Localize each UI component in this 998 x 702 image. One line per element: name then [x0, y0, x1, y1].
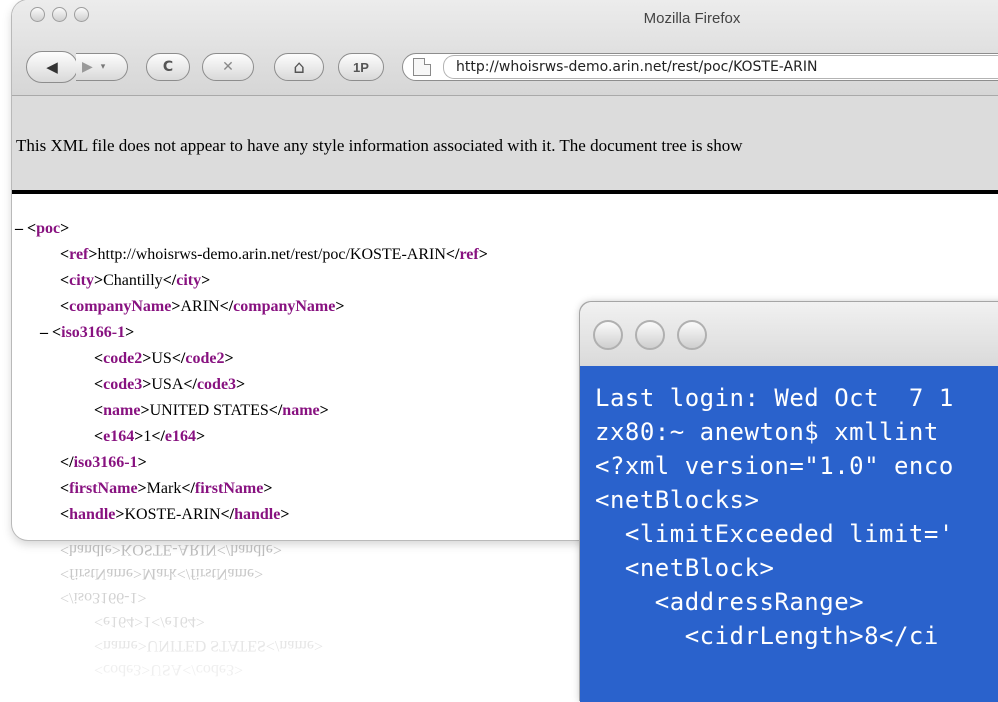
terminal-line: Last login: Wed Oct 7 1 — [595, 384, 954, 412]
tag-name: iso3166-1 — [73, 454, 138, 471]
collapse-toggle[interactable]: – — [15, 220, 23, 237]
terminal-window: Last login: Wed Oct 7 1 zx80:~ anewton$ … — [580, 302, 998, 702]
home-button[interactable]: ⌂ — [274, 53, 324, 81]
terminal-zoom-button[interactable] — [677, 320, 707, 350]
tag-name: city — [69, 272, 94, 289]
window-title: Mozilla Firefox — [643, 10, 741, 27]
xml-name-line: <name>UNITED STATES</name> — [94, 402, 329, 419]
tag-name: code2 — [103, 350, 143, 367]
tag-name: city — [176, 272, 202, 289]
url-bar[interactable]: http://whoisrws-demo.arin.net/rest/poc/K… — [402, 53, 998, 81]
onepassword-button[interactable]: 1P — [338, 53, 384, 81]
browser-toolbar: Mozilla Firefox ◀ ▶ ▾ C ✕ ⌂ 1P http://wh… — [12, 0, 998, 96]
tag-name: code3 — [196, 376, 237, 393]
tag-name: handle — [234, 506, 281, 523]
history-dropdown-icon[interactable]: ▾ — [101, 62, 106, 72]
tag-name: name — [282, 402, 320, 419]
reload-button[interactable]: C — [146, 53, 190, 81]
firstname-value: Mark — [146, 480, 182, 497]
tag-name: name — [103, 402, 141, 419]
xml-iso-open: – <iso3166-1> — [40, 324, 135, 341]
reflection-line: <firstName>Mark</firstName> — [60, 565, 264, 582]
tag-name: companyName — [69, 298, 172, 315]
reflection-line: <name>UNITED STATES</name> — [94, 637, 324, 654]
reflection-line: </iso3166-1> — [60, 589, 147, 606]
reflection-line: <e164>1</e164> — [94, 613, 205, 630]
xml-e164-line: <e164>1</e164> — [94, 428, 206, 445]
window-reflection: <handle>KOSTE-ARIN</handle> <firstName>M… — [60, 540, 560, 690]
tag-name: handle — [69, 506, 116, 523]
xml-poc-open: – <poc> — [15, 220, 70, 237]
stop-button[interactable]: ✕ — [202, 53, 254, 81]
terminal-line: <cidrLength>8</ci — [595, 622, 939, 650]
back-button[interactable]: ◀ — [26, 51, 78, 83]
ref-value: http://whoisrws-demo.arin.net/rest/poc/K… — [97, 246, 446, 263]
xml-company-line: <companyName>ARIN</companyName> — [60, 298, 345, 315]
stop-icon: ✕ — [222, 59, 234, 75]
reflection-line: <code3>USA</code3> — [94, 661, 243, 678]
tag-name: code3 — [103, 376, 143, 393]
xml-code2-line: <code2>US</code2> — [94, 350, 234, 367]
tag-name: poc — [36, 220, 61, 237]
url-text[interactable]: http://whoisrws-demo.arin.net/rest/poc/K… — [443, 55, 998, 79]
collapse-toggle[interactable]: – — [40, 324, 48, 341]
forward-button[interactable]: ▶ ▾ — [76, 53, 128, 81]
xml-firstname-line: <firstName>Mark</firstName> — [60, 480, 273, 497]
tag-name: ref — [69, 246, 89, 263]
xml-city-line: <city>Chantilly</city> — [60, 272, 211, 289]
onepassword-label: 1P — [353, 59, 369, 75]
terminal-line: <limitExceeded limit=' — [595, 520, 954, 548]
terminal-titlebar — [580, 302, 998, 367]
name-value: UNITED STATES — [149, 402, 269, 419]
info-message: This XML file does not appear to have an… — [16, 136, 743, 155]
city-value: Chantilly — [103, 272, 163, 289]
tag-name: firstName — [194, 480, 264, 497]
code2-value: US — [151, 350, 172, 367]
home-icon: ⌂ — [293, 56, 305, 78]
terminal-close-button[interactable] — [593, 320, 623, 350]
tag-name: code2 — [185, 350, 225, 367]
tag-name: ref — [459, 246, 479, 263]
handle-value: KOSTE-ARIN — [124, 506, 221, 523]
reload-icon: C — [162, 59, 174, 75]
terminal-line: <?xml version="1.0" enco — [595, 452, 954, 480]
reflection-line: <handle>KOSTE-ARIN</handle> — [60, 541, 282, 558]
xml-code3-line: <code3>USA</code3> — [94, 376, 246, 393]
xml-info-bar: This XML file does not appear to have an… — [12, 96, 998, 194]
terminal-line: <addressRange> — [595, 588, 865, 616]
xml-iso-close: </iso3166-1> — [60, 454, 147, 471]
xml-handle-line: <handle>KOSTE-ARIN</handle> — [60, 506, 290, 523]
code3-value: USA — [151, 376, 184, 393]
company-value: ARIN — [180, 298, 220, 315]
terminal-minimize-button[interactable] — [635, 320, 665, 350]
tag-name: companyName — [233, 298, 336, 315]
tag-name: e164 — [103, 428, 135, 445]
tag-name: e164 — [164, 428, 197, 445]
terminal-output[interactable]: Last login: Wed Oct 7 1 zx80:~ anewton$ … — [580, 366, 998, 702]
terminal-line: <netBlocks> — [595, 486, 760, 514]
tag-name: firstName — [69, 480, 138, 497]
terminal-line: zx80:~ anewton$ xmllint — [595, 418, 939, 446]
terminal-line: <netBlock> — [595, 554, 775, 582]
xml-ref-line: <ref>http://whoisrws-demo.arin.net/rest/… — [60, 246, 488, 263]
page-icon — [413, 58, 431, 76]
back-arrow-icon: ◀ — [46, 58, 58, 76]
forward-arrow-icon: ▶ — [82, 59, 93, 75]
tag-name: iso3166-1 — [61, 324, 126, 341]
